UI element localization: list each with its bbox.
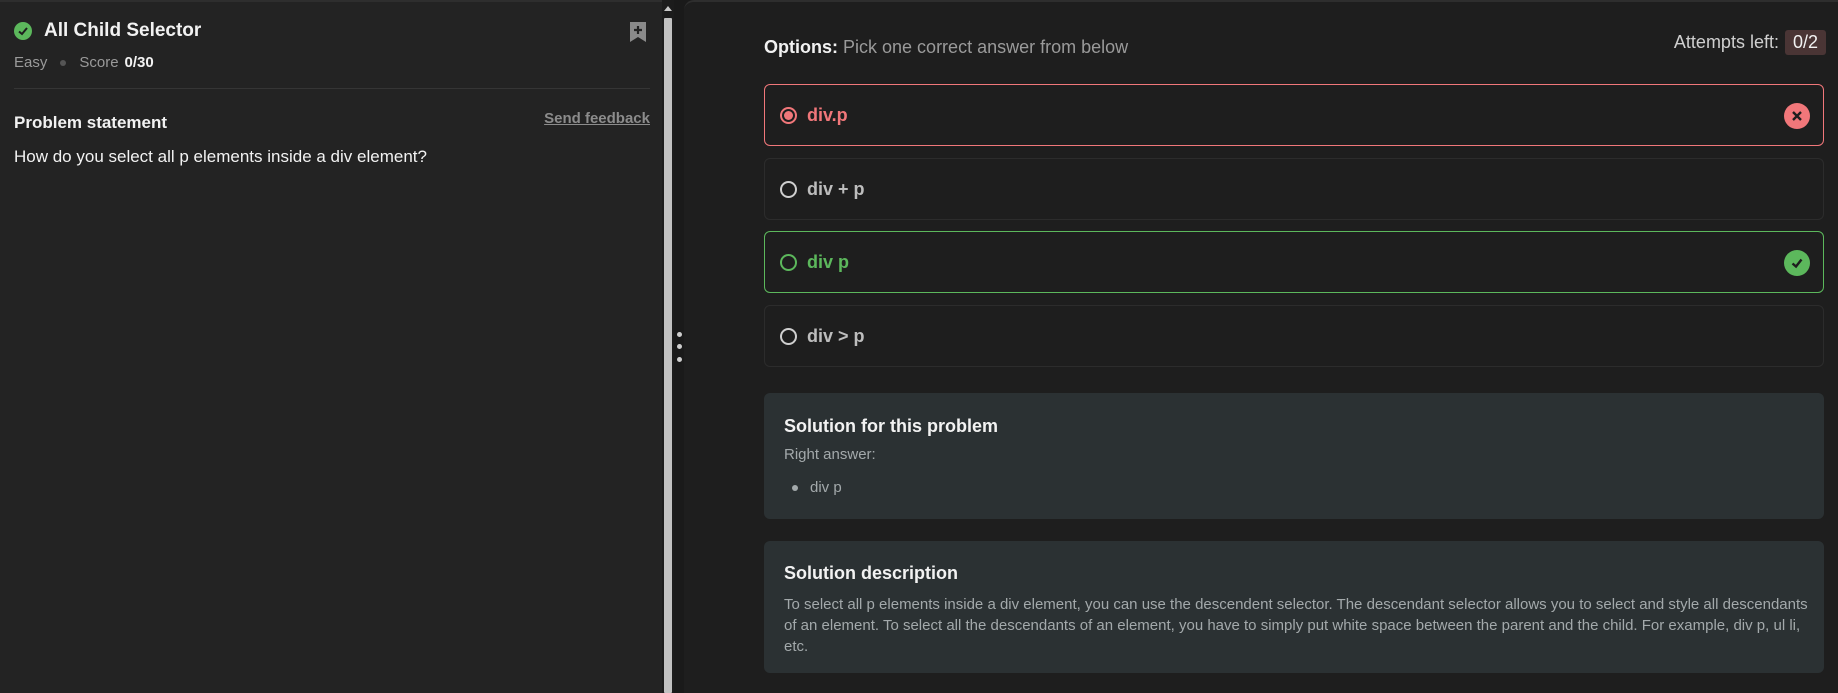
correct-check-icon	[1784, 250, 1810, 276]
option-div-dot-p[interactable]: div.p	[764, 84, 1824, 146]
meta-separator-dot	[60, 59, 67, 66]
drag-handle-dot-icon	[677, 357, 682, 362]
bullet-icon	[792, 484, 798, 491]
right-answer-value: div p	[810, 479, 842, 496]
option-label: div + p	[807, 178, 865, 199]
problem-title-row: All Child Selector	[14, 20, 201, 42]
options-panel: Options: Pick one correct answer from be…	[684, 0, 1838, 693]
drag-handle-dot-icon	[677, 344, 682, 349]
scroll-thumb[interactable]	[664, 18, 672, 693]
divider	[14, 88, 650, 89]
solution-description-card: Solution description To select all p ele…	[764, 541, 1824, 673]
difficulty-label: Easy	[14, 54, 48, 71]
options-heading-label: Options:	[764, 37, 838, 57]
attempts-indicator: Attempts left: 0/2	[1674, 30, 1826, 55]
panel-resize-handle[interactable]	[674, 0, 684, 693]
radio-button[interactable]	[780, 106, 797, 124]
problem-panel: All Child Selector Easy Score 0/30 Probl…	[0, 0, 662, 693]
solution-description-title: Solution description	[784, 563, 958, 583]
radio-button[interactable]	[780, 180, 797, 198]
options-heading: Options: Pick one correct answer from be…	[764, 37, 1128, 58]
solution-title: Solution for this problem	[784, 416, 998, 436]
bookmark-add-icon[interactable]	[628, 20, 648, 44]
attempts-label: Attempts left:	[1673, 32, 1779, 52]
options-heading-hint: Pick one correct answer from below	[843, 37, 1129, 57]
radio-button[interactable]	[780, 327, 797, 345]
drag-handle-dot-icon	[677, 332, 682, 337]
attempts-badge: 0/2	[1784, 30, 1826, 55]
problem-title: All Child Selector	[44, 20, 202, 41]
option-label: div > p	[807, 325, 865, 346]
problem-question: How do you select all p elements inside …	[14, 147, 427, 166]
right-answer-item: div p	[792, 479, 842, 496]
radio-button[interactable]	[780, 253, 797, 271]
left-panel-scrollbar[interactable]	[662, 0, 674, 693]
solved-check-icon	[14, 22, 32, 40]
problem-meta: Easy Score 0/30	[14, 54, 154, 71]
option-div-plus-p[interactable]: div + p	[764, 158, 1824, 220]
problem-statement-heading: Problem statement	[14, 113, 168, 132]
solution-description-text: To select all p elements inside a div el…	[784, 596, 1808, 655]
score-value: 0/30	[124, 54, 154, 71]
option-label: div p	[807, 251, 850, 272]
right-answer-label: Right answer:	[784, 446, 876, 463]
option-label: div.p	[807, 104, 848, 125]
solution-card: Solution for this problem Right answer: …	[764, 393, 1824, 519]
option-div-child-p[interactable]: div > p	[764, 305, 1824, 367]
send-feedback-link[interactable]: Send feedback	[544, 110, 650, 127]
option-div-space-p[interactable]: div p	[764, 231, 1824, 293]
score-label: Score	[79, 54, 119, 71]
scroll-up-arrow-icon[interactable]	[664, 6, 672, 11]
wrong-x-icon	[1784, 103, 1810, 129]
